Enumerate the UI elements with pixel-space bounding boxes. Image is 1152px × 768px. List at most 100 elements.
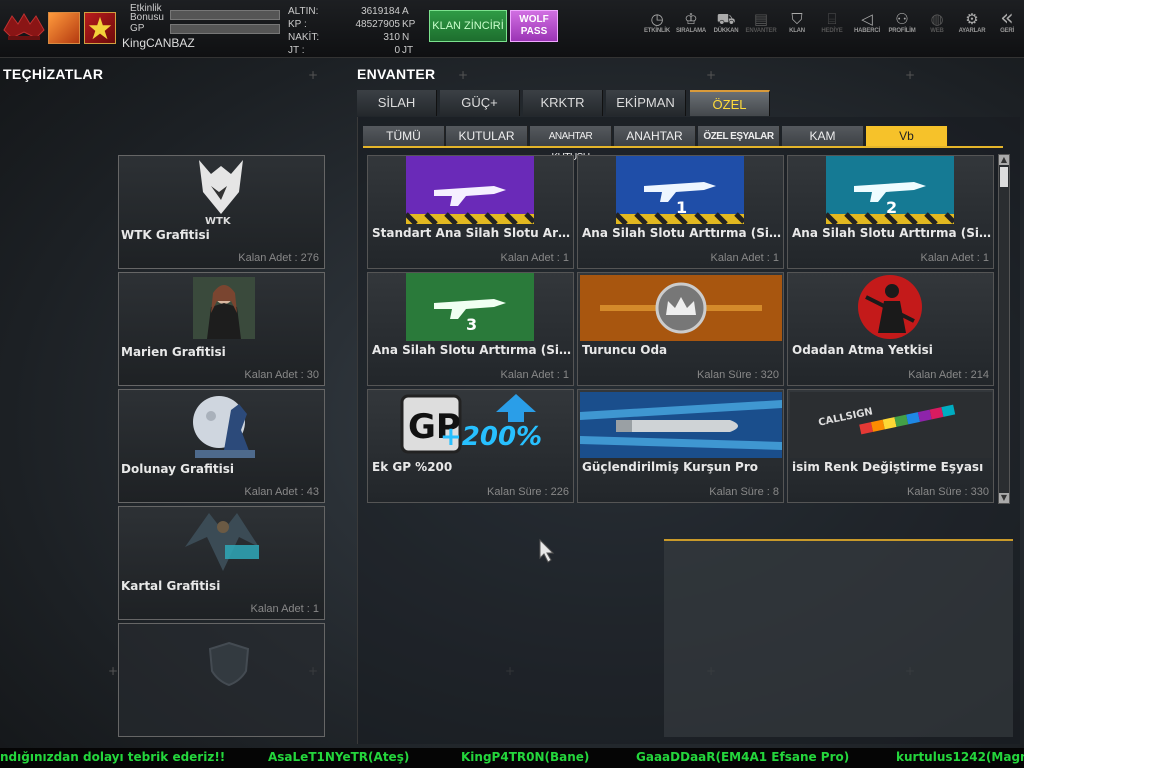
inventory-item[interactable]: GP +200% Ek GP %200 Kalan Süre : 226 bbox=[367, 389, 574, 503]
equipment-slot[interactable]: Kartal Grafitisi Kalan Adet : 1 bbox=[118, 506, 325, 620]
clan-chain-button[interactable]: KLAN ZİNCİRİ bbox=[429, 10, 507, 42]
nav-etkinlik[interactable]: ◷ ETKİNLİK bbox=[640, 10, 674, 42]
inventory-item[interactable]: 1 Ana Silah Slotu Arttırma (Silah 1) Kal… bbox=[577, 155, 784, 269]
equipment-count: Kalan Adet : 43 bbox=[244, 486, 319, 498]
item-count: Kalan Süre : 320 bbox=[697, 369, 779, 381]
item-count: Kalan Süre : 226 bbox=[487, 486, 569, 498]
inventory-item[interactable]: Odadan Atma Yetkisi Kalan Adet : 214 bbox=[787, 272, 994, 386]
equipment-name: Marien Grafitisi bbox=[121, 345, 226, 359]
nav-label: KLAN bbox=[789, 28, 805, 34]
nav-haberci[interactable]: ◁ HABERCİ bbox=[850, 10, 884, 42]
currency-unit: JT bbox=[402, 45, 414, 56]
subtab-kam[interactable]: KAM bbox=[782, 126, 864, 147]
currency-row: KP : 48527905 KP bbox=[284, 19, 424, 31]
inventory-scrollbar[interactable]: ▲ ▼ bbox=[998, 154, 1010, 504]
top-bar: Etkinlik Bonusu GP KingCANBAZ ALTIN: 361… bbox=[0, 0, 1024, 58]
clock-icon: ◷ bbox=[650, 10, 664, 28]
kick-player-icon bbox=[858, 275, 922, 339]
inventory-item[interactable]: 2 Ana Silah Slotu Arttırma (Silah 2) Kal… bbox=[787, 155, 994, 269]
game-logo bbox=[3, 13, 45, 40]
equipment-slot-empty[interactable] bbox=[118, 623, 325, 737]
clan-chain-label: KLAN ZİNCİRİ bbox=[432, 20, 504, 32]
currency-value: 3619184 bbox=[361, 6, 400, 17]
scroll-down-icon[interactable]: ▼ bbox=[999, 493, 1009, 503]
marien-graffiti-image bbox=[193, 277, 255, 339]
item-name: isim Renk Değiştirme Eşyası bbox=[792, 460, 984, 474]
subtab-ozel-esyalar[interactable]: ÖZEL EŞYALAR bbox=[698, 126, 780, 147]
item-count: Kalan Süre : 8 bbox=[709, 486, 779, 498]
subtab-underline bbox=[363, 146, 1003, 148]
wolf-pass-button[interactable]: WOLF PASS bbox=[510, 10, 558, 42]
currency-unit: N bbox=[402, 32, 410, 43]
item-name: Standart Ana Silah Slotu Arttırma bbox=[372, 226, 572, 240]
inventory-icon: ▤ bbox=[753, 10, 769, 28]
item-count: Kalan Adet : 1 bbox=[500, 252, 570, 264]
inventory-item[interactable]: CALLSIGN isim Renk Değiştirme Eşyası Kal… bbox=[787, 389, 994, 503]
tab-silah[interactable]: SİLAH bbox=[357, 90, 437, 116]
currency-value: 0 bbox=[394, 45, 400, 56]
inventory-item[interactable]: Standart Ana Silah Slotu Arttırma Kalan … bbox=[367, 155, 574, 269]
equipment-slot[interactable]: Marien Grafitisi Kalan Adet : 30 bbox=[118, 272, 325, 386]
item-name: Ana Silah Slotu Arttırma (Silah 2) bbox=[792, 226, 992, 240]
item-count: Kalan Adet : 1 bbox=[920, 252, 990, 264]
item-badge: 3 bbox=[466, 315, 478, 334]
nav-dukkan[interactable]: ⛟ DÜKKAN bbox=[709, 10, 743, 42]
ticker-message: AsaLeT1NYeTR(Ateş) bbox=[268, 750, 410, 764]
currency-value: 48527905 bbox=[355, 19, 401, 30]
nav-label: DÜKKAN bbox=[713, 28, 739, 34]
nav-label: GERİ bbox=[1000, 28, 1014, 34]
tab-krktr[interactable]: KRKTR bbox=[523, 90, 603, 116]
cart-icon: ⛟ bbox=[716, 10, 736, 28]
subtab-anahtar-kutusu[interactable]: ANAHTAR KUTUSU bbox=[530, 126, 612, 163]
nav-geri[interactable]: «GERİ bbox=[990, 6, 1024, 42]
item-name: Ek GP %200 bbox=[372, 460, 453, 474]
bonus-label-2: Bonusu bbox=[130, 12, 164, 23]
gp-label: GP bbox=[130, 23, 145, 34]
decor-plus: + bbox=[308, 68, 319, 82]
globe-icon: ◍ bbox=[930, 10, 944, 28]
currency-key: JT : bbox=[288, 45, 305, 56]
scroll-up-icon[interactable]: ▲ bbox=[999, 155, 1009, 165]
scroll-thumb[interactable] bbox=[1000, 167, 1008, 187]
nav-envanter[interactable]: ▤ ENVANTER bbox=[744, 10, 778, 42]
inventory-item[interactable]: 3 Ana Silah Slotu Arttırma (Silah 3) Kal… bbox=[367, 272, 574, 386]
ticker-message: ndığınızdan dolayı tebrik ederiz!! bbox=[0, 750, 226, 764]
username: KingCANBAZ bbox=[122, 36, 195, 50]
subtab-kutular[interactable]: KUTULAR bbox=[446, 126, 528, 147]
tab-ozel[interactable]: ÖZEL bbox=[690, 90, 770, 116]
tab-guc[interactable]: GÜÇ+ bbox=[440, 90, 520, 116]
inventory-item[interactable]: Turuncu Oda Kalan Süre : 320 bbox=[577, 272, 784, 386]
nav-web[interactable]: ◍ WEB bbox=[920, 10, 954, 42]
currency-row: NAKİT: 310 N bbox=[284, 32, 424, 44]
game-window: Etkinlik Bonusu GP KingCANBAZ ALTIN: 361… bbox=[0, 0, 1024, 768]
equipment-slot[interactable]: WTK WTK Grafitisi Kalan Adet : 276 bbox=[118, 155, 325, 269]
subtab-anahtar[interactable]: ANAHTAR bbox=[614, 126, 696, 147]
subtab-vb[interactable]: Vb bbox=[866, 126, 948, 147]
nav-siralama[interactable]: ♔ SIRALAMA bbox=[674, 10, 708, 42]
equipment-count: Kalan Adet : 30 bbox=[244, 369, 319, 381]
inventory-item[interactable]: Güçlendirilmiş Kurşun Pro Kalan Süre : 8 bbox=[577, 389, 784, 503]
decor-plus: + bbox=[458, 68, 469, 82]
profile-icon: ⚇ bbox=[895, 10, 909, 28]
nav-hediye[interactable]: ⌸ HEDİYE bbox=[815, 10, 849, 42]
full-moon-graffiti-image bbox=[193, 396, 255, 458]
equipment-slot[interactable]: Dolunay Grafitisi Kalan Adet : 43 bbox=[118, 389, 325, 503]
nav-klan[interactable]: ⛉ KLAN bbox=[780, 10, 814, 42]
gift-icon: ⌸ bbox=[827, 10, 837, 28]
equipment-name: Kartal Grafitisi bbox=[121, 579, 221, 593]
item-name: Ana Silah Slotu Arttırma (Silah 1) bbox=[582, 226, 782, 240]
nav-ayarlar[interactable]: ⚙ AYARLAR bbox=[955, 10, 989, 42]
decor-plus: + bbox=[706, 68, 717, 82]
subtab-tumu[interactable]: TÜMÜ bbox=[363, 126, 445, 147]
tab-ekipman[interactable]: EKİPMAN bbox=[606, 90, 686, 116]
item-count: Kalan Adet : 214 bbox=[908, 369, 989, 381]
gp-bar bbox=[170, 24, 280, 34]
gear-icon: ⚙ bbox=[965, 10, 979, 28]
nav-label: WEB bbox=[930, 28, 944, 34]
item-count: Kalan Adet : 1 bbox=[500, 369, 570, 381]
back-icon: « bbox=[1000, 6, 1014, 31]
news-ticker: ndığınızdan dolayı tebrik ederiz!! AsaLe… bbox=[0, 748, 1024, 768]
item-badge: +200% bbox=[440, 422, 543, 452]
item-name: Güçlendirilmiş Kurşun Pro bbox=[582, 460, 758, 474]
nav-profilim[interactable]: ⚇ PROFİLİM bbox=[885, 10, 919, 42]
